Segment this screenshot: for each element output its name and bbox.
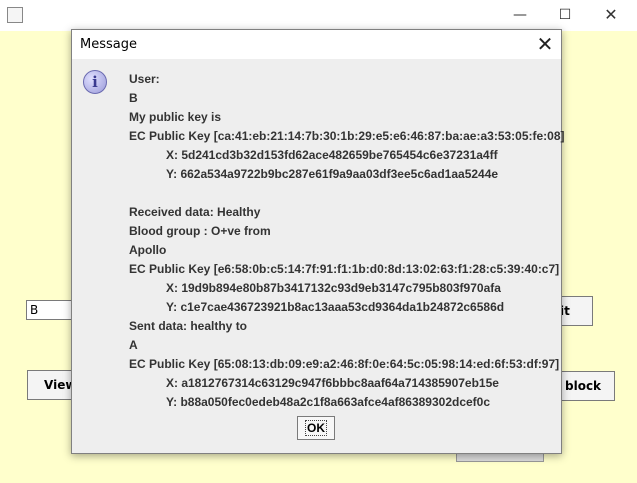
message-line: Apollo: [129, 243, 167, 257]
message-line: Y: 662a534a9722b9bc287e61f9a9aa03df3ee5c…: [166, 167, 499, 181]
message-line: X: 19d9b894e80b87b3417132c93d9eb3147c795…: [166, 281, 501, 295]
message-line: My public key is: [129, 110, 222, 124]
info-icon: i: [83, 70, 107, 94]
message-line: Received data: Healthy: [129, 205, 261, 219]
message-line: B: [129, 91, 138, 105]
dialog-title-bar: Message ✕: [72, 30, 561, 59]
close-window-button[interactable]: ✕: [600, 5, 622, 25]
main-title-bar: — ☐ ✕: [0, 0, 637, 31]
message-line: X: a1812767314c63129c947f6bbbc8aaf64a714…: [166, 376, 499, 390]
dialog-close-button[interactable]: ✕: [534, 33, 556, 55]
message-line: Sent data: healthy to: [129, 319, 248, 333]
user-text-field[interactable]: B: [26, 300, 76, 320]
message-line: X: 5d241cd3b32d153fd62ace482659be765454c…: [166, 148, 498, 162]
java-app-icon: [7, 7, 23, 23]
message-line: EC Public Key [ca:41:eb:21:14:7b:30:1b:2…: [129, 129, 565, 143]
message-line: A: [129, 338, 138, 352]
message-line: User:: [129, 72, 160, 86]
ok-button[interactable]: OK: [297, 416, 335, 440]
message-line: Y: c1e7cae436723921b8ac13aaa53cd9364da1b…: [166, 300, 505, 314]
maximize-button[interactable]: ☐: [554, 5, 576, 25]
message-line: Y: b88a050fec0edeb48a2c1f8a663afce4af863…: [166, 395, 491, 409]
message-line: Blood group : O+ve from: [129, 224, 271, 238]
message-line: EC Public Key [65:08:13:db:09:e9:a2:46:8…: [129, 357, 560, 371]
message-body: User: B My public key is EC Public Key [ca:…: [129, 70, 565, 412]
message-line: [129, 184, 559, 203]
ok-button-label: OK: [305, 420, 327, 436]
message-dialog: Message ✕ i User: B My public key is EC Pub…: [71, 29, 565, 454]
minimize-button[interactable]: —: [509, 5, 531, 25]
dialog-title: Message: [80, 37, 137, 52]
message-line: EC Public Key [e6:58:0b:c5:14:7f:91:f1:1…: [129, 262, 560, 276]
